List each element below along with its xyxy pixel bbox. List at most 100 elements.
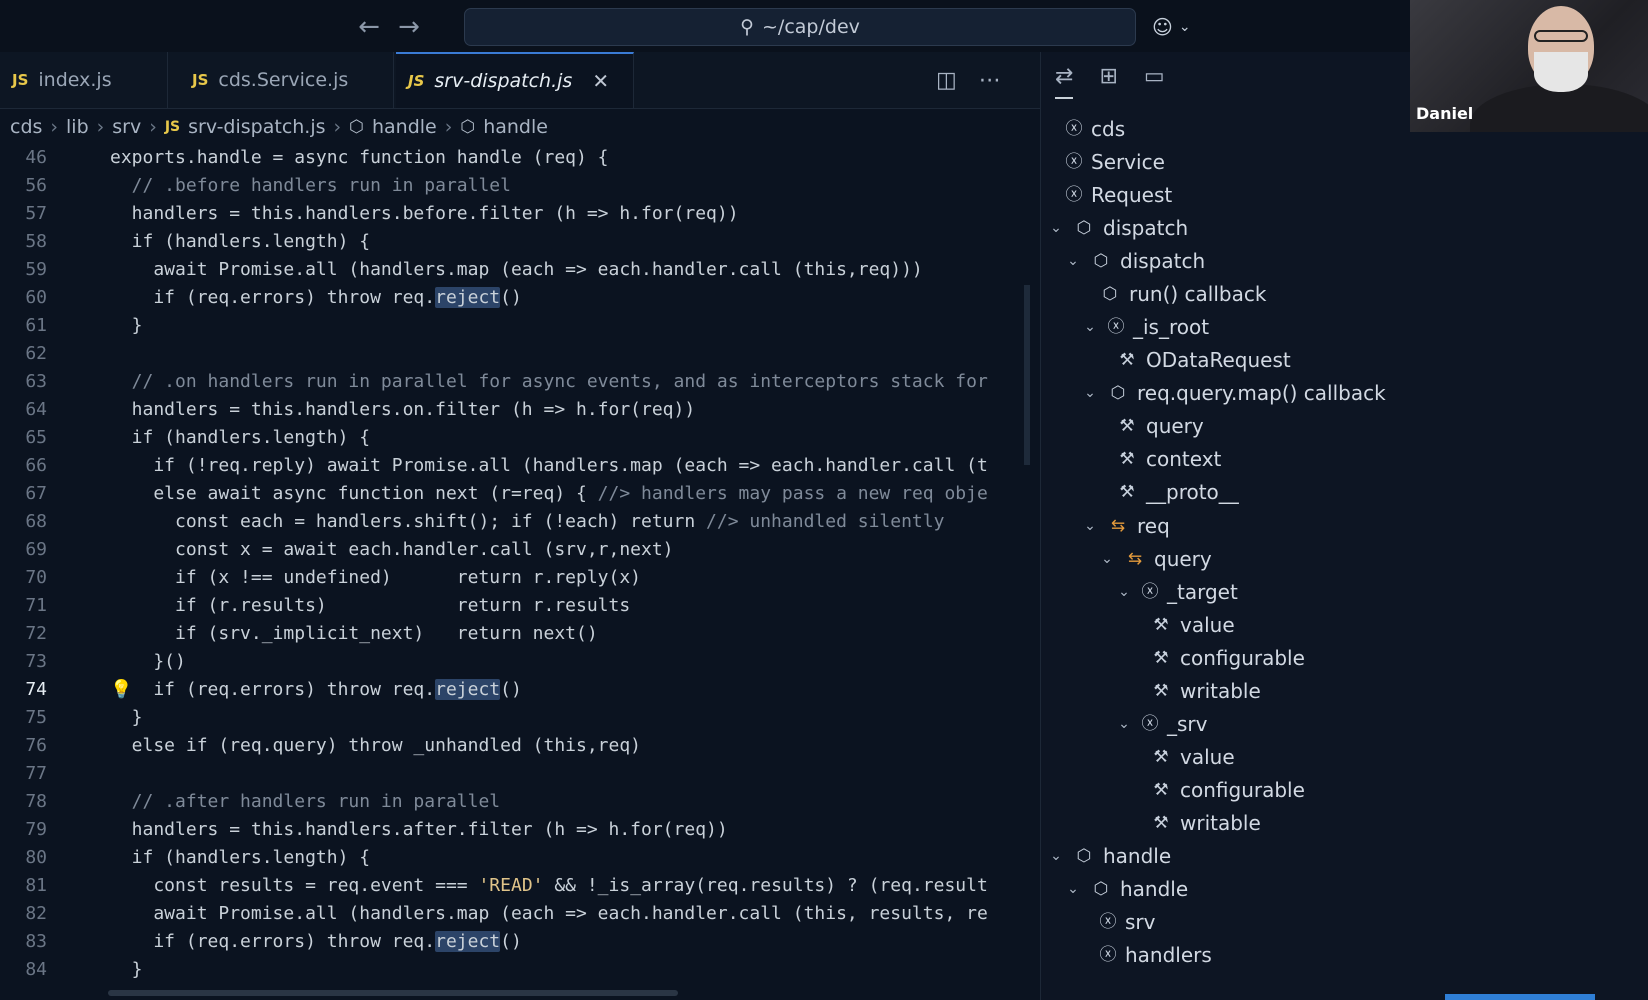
chevron-right-icon: › bbox=[149, 116, 157, 138]
outline-item[interactable]: ⚒ configurable bbox=[1150, 642, 1305, 674]
outline-item[interactable]: ⌄ ⓧ _is_root bbox=[1081, 311, 1209, 343]
breadcrumb: cds › lib › srv › JS srv-dispatch.js › ⬡… bbox=[0, 110, 1040, 144]
tab-cds-service-js[interactable]: JS cds.Service.js bbox=[180, 52, 394, 108]
code-text: if (handlers.length) { bbox=[110, 427, 371, 448]
code-comment: //> handlers may pass a new req obje bbox=[597, 483, 988, 504]
code-line: 60 if (req.errors) throw req.reject() bbox=[0, 284, 1040, 312]
chevron-down-icon[interactable]: ⌄ bbox=[1098, 551, 1116, 567]
code-line: 83 if (req.errors) throw req.reject() bbox=[0, 928, 1040, 956]
editor-tab-bar: JS index.js JS cds.Service.js JS srv-dis… bbox=[0, 52, 1040, 109]
chevron-down-icon[interactable]: ⌄ bbox=[1081, 385, 1099, 401]
code-line: 75 } bbox=[0, 704, 1040, 732]
code-text: const results = req.event === 'READ' && … bbox=[110, 872, 987, 900]
code-line: 58 if (handlers.length) { bbox=[0, 228, 1040, 256]
outline-item[interactable]: ⚒ value bbox=[1150, 741, 1234, 773]
outline-item[interactable]: ⌄ ⬡ dispatch bbox=[1064, 245, 1205, 277]
chevron-down-icon[interactable]: ⌄ bbox=[1047, 848, 1065, 864]
outline-item[interactable]: ⬡ run() callback bbox=[1099, 278, 1267, 310]
outline-item[interactable]: ⌄ ⓧ _srv bbox=[1115, 708, 1207, 740]
breadcrumb-item-lib[interactable]: lib bbox=[66, 116, 89, 138]
breadcrumb-item-handle-inner[interactable]: handle bbox=[483, 116, 548, 138]
timeline-view-icon[interactable]: ⊞ bbox=[1099, 64, 1117, 99]
command-center-search[interactable]: ⚲ ~/cap/dev bbox=[464, 8, 1136, 46]
tab-index-js[interactable]: JS index.js bbox=[0, 52, 168, 108]
outline-item[interactable]: ⚒ query bbox=[1116, 410, 1203, 442]
code-text: if (!req.reply) await Promise.all (handl… bbox=[110, 455, 988, 476]
outline-item[interactable]: ⓧ Request bbox=[1065, 179, 1173, 211]
outline-item[interactable]: ⌄ ⇆ query bbox=[1098, 543, 1212, 575]
code-line: 64 handlers = this.handlers.on.filter (h… bbox=[0, 396, 1040, 424]
highlighted-reject: reject bbox=[435, 287, 501, 308]
outline-item[interactable]: ⌄ ⬡ handle bbox=[1047, 840, 1171, 872]
cube-icon: ⬡ bbox=[1076, 846, 1092, 866]
outline-item-label: writable bbox=[1180, 811, 1261, 835]
outline-item[interactable]: ⚒ writable bbox=[1150, 675, 1261, 707]
copilot-menu[interactable]: ☺ ⌄ bbox=[1152, 10, 1208, 44]
back-arrow-icon[interactable]: ← bbox=[354, 8, 384, 46]
outline-item[interactable]: ⓧ cds bbox=[1065, 113, 1126, 145]
outline-item[interactable]: ⚒ __proto__ bbox=[1116, 476, 1238, 508]
code-text: handlers = this.handlers.after.filter (h… bbox=[110, 819, 728, 840]
more-actions-icon[interactable]: ⋯ bbox=[979, 68, 1001, 93]
chevron-down-icon[interactable]: ⌄ bbox=[1064, 881, 1082, 897]
tab-label: cds.Service.js bbox=[218, 69, 349, 91]
code-text: else await async function next (r=req) {… bbox=[110, 480, 988, 508]
chevron-down-icon[interactable]: ⌄ bbox=[1081, 319, 1099, 335]
variable-icon: ⓧ bbox=[1099, 945, 1117, 965]
outline-item[interactable]: ⌄ ⓧ _target bbox=[1115, 576, 1238, 608]
outline-item[interactable]: ⚒ writable bbox=[1150, 807, 1261, 839]
chevron-down-icon[interactable]: ⌄ bbox=[1064, 253, 1082, 269]
outline-item-label: value bbox=[1180, 613, 1235, 637]
breadcrumb-item-srv[interactable]: srv bbox=[112, 116, 141, 138]
horizontal-scrollbar[interactable] bbox=[108, 990, 678, 996]
wrench-icon: ⚒ bbox=[1119, 449, 1135, 469]
javascript-file-icon: JS bbox=[408, 72, 425, 90]
code-string: 'READ' bbox=[478, 875, 544, 896]
outline-item[interactable]: ⌄ ⇆ req bbox=[1081, 510, 1170, 542]
outline-item[interactable]: ⓧ handlers bbox=[1099, 939, 1212, 971]
breadcrumb-item-handle[interactable]: handle bbox=[372, 116, 437, 138]
code-text: if (handlers.length) { bbox=[110, 847, 371, 868]
tab-srv-dispatch-js[interactable]: JS srv-dispatch.js ✕ bbox=[396, 52, 634, 108]
title-bar: ← → ⚲ ~/cap/dev ☺ ⌄ bbox=[0, 0, 1410, 52]
line-number: 77 bbox=[25, 763, 47, 784]
outline-item[interactable]: ⌄ ⬡ handle bbox=[1064, 873, 1188, 905]
outline-item[interactable]: ⌄ ⬡ dispatch bbox=[1047, 212, 1188, 244]
code-editor[interactable]: 46 exports.handle = async function handle… bbox=[0, 144, 1040, 1000]
close-icon[interactable]: ✕ bbox=[592, 69, 609, 93]
breadcrumb-item-file[interactable]: srv-dispatch.js bbox=[188, 116, 325, 138]
outline-item-label: _target bbox=[1167, 580, 1238, 604]
panel-tabs: ⇄ ⊞ ▭ bbox=[1055, 64, 1165, 99]
chevron-down-icon[interactable]: ⌄ bbox=[1115, 716, 1133, 732]
chevron-down-icon[interactable]: ⌄ bbox=[1115, 584, 1133, 600]
split-editor-icon[interactable]: ◫ bbox=[936, 68, 957, 93]
outline-item[interactable]: ⓧ Service bbox=[1065, 146, 1165, 178]
outline-view-icon[interactable]: ⇄ bbox=[1055, 64, 1074, 99]
line-number: 83 bbox=[25, 931, 47, 952]
outline-item[interactable]: ⌄ ⬡ req.query.map() callback bbox=[1081, 377, 1386, 409]
outline-item-label: query bbox=[1154, 547, 1212, 571]
chevron-down-icon[interactable]: ⌄ bbox=[1081, 518, 1099, 534]
outline-item[interactable]: ⚒ configurable bbox=[1150, 774, 1305, 806]
line-number: 81 bbox=[25, 875, 47, 896]
chevron-down-icon[interactable]: ⌄ bbox=[1047, 220, 1065, 236]
forward-arrow-icon[interactable]: → bbox=[394, 8, 424, 46]
breadcrumb-item-cds[interactable]: cds bbox=[10, 116, 42, 138]
wrench-icon: ⚒ bbox=[1153, 747, 1169, 767]
outline-item[interactable]: ⚒ ODataRequest bbox=[1116, 344, 1290, 376]
code-segment: () bbox=[500, 287, 522, 308]
comments-view-icon[interactable]: ▭ bbox=[1144, 64, 1165, 99]
cube-icon: ⬡ bbox=[1093, 251, 1109, 271]
code-text: if (req.errors) throw req.reject() bbox=[110, 676, 522, 704]
wrench-icon: ⚒ bbox=[1119, 416, 1135, 436]
cube-icon: ⬡ bbox=[1093, 879, 1109, 899]
chevron-right-icon: › bbox=[333, 116, 342, 138]
outline-item[interactable]: ⓧ srv bbox=[1099, 906, 1156, 938]
code-text: handlers = this.handlers.before.filter (… bbox=[110, 203, 739, 224]
code-comment: // .on handlers run in parallel for asyn… bbox=[110, 371, 988, 392]
outline-item[interactable]: ⚒ context bbox=[1116, 443, 1221, 475]
variable-icon: ⓧ bbox=[1065, 152, 1083, 172]
outline-item[interactable]: ⚒ value bbox=[1150, 609, 1235, 641]
outline-item-label: writable bbox=[1180, 679, 1261, 703]
vertical-scrollbar[interactable] bbox=[1024, 285, 1030, 465]
